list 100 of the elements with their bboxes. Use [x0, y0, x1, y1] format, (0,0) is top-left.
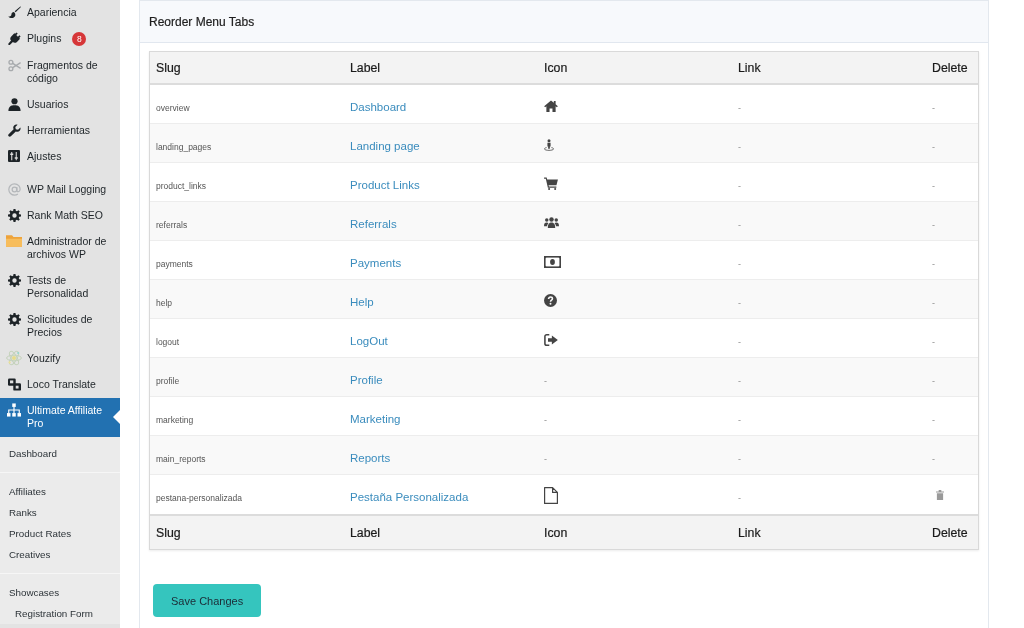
sidebar-menu-item[interactable]: Ultimate Affiliate Pro: [0, 397, 120, 437]
empty-value: -: [738, 376, 741, 386]
plug-icon: [7, 32, 21, 45]
sidebar-menu-item[interactable]: Herramientas: [0, 117, 120, 144]
user-icon: [7, 97, 21, 111]
hierarchy-icon: [7, 403, 21, 417]
tab-label-link[interactable]: Landing page: [350, 139, 420, 153]
file-icon: [544, 487, 558, 504]
empty-value: -: [738, 142, 741, 152]
scissors-icon: [7, 58, 21, 72]
column-footer: Label: [350, 525, 381, 540]
tab-label-link[interactable]: LogOut: [350, 334, 388, 348]
banknote-icon: [544, 255, 561, 268]
submenu-item[interactable]: Showcases: [0, 581, 120, 603]
sidebar-menu-item[interactable]: Solicitudes de Precios: [0, 306, 120, 346]
empty-value: -: [544, 454, 547, 464]
slug-text: product_links: [156, 181, 207, 191]
empty-value: -: [544, 376, 547, 386]
submenu-item[interactable]: Registration Form: [0, 602, 120, 624]
column-footer: Delete: [932, 525, 968, 540]
empty-value: -: [932, 103, 935, 113]
tab-label-link[interactable]: Payments: [350, 256, 402, 270]
save-changes-button[interactable]: Save Changes: [153, 584, 262, 617]
sidebar-menu-item[interactable]: Ajustes: [0, 143, 120, 170]
sidebar-menu-item[interactable]: Fragmentos de código: [0, 52, 120, 92]
tab-label-link[interactable]: Product Links: [350, 178, 420, 192]
submenu-item[interactable]: Creatives: [0, 543, 120, 565]
squares-icon: [7, 377, 21, 391]
slug-text: main_reports: [156, 454, 206, 464]
empty-value: -: [932, 259, 935, 269]
empty-value: -: [932, 220, 935, 230]
paintbrush-icon: [7, 6, 21, 19]
empty-value: -: [738, 337, 741, 347]
empty-value: -: [738, 220, 741, 230]
tab-label-link[interactable]: Pestaña Personalizada: [350, 490, 469, 504]
column-header: Icon: [544, 60, 568, 75]
empty-value: -: [738, 259, 741, 269]
empty-value: -: [738, 298, 741, 308]
gear-icon: [7, 208, 21, 222]
slug-text: pestana-personalizada: [156, 493, 242, 503]
column-footer: Icon: [544, 525, 568, 540]
sidebar-menu-item[interactable]: WP Mail Logging: [0, 176, 120, 203]
wrench-icon: [7, 123, 21, 137]
submenu-item[interactable]: Dashboard: [0, 442, 120, 464]
tab-label-link[interactable]: Reports: [350, 451, 391, 465]
sidebar-menu-item[interactable]: Plugins 8: [0, 26, 120, 53]
empty-value: -: [738, 181, 741, 191]
gear-icon: [7, 273, 21, 287]
submenu-item[interactable]: Product Rates: [0, 522, 120, 544]
empty-value: -: [738, 493, 741, 503]
column-footer: Link: [738, 525, 761, 540]
column-header: Label: [350, 60, 381, 75]
sliders-icon: [8, 150, 20, 162]
slug-text: marketing: [156, 415, 194, 425]
panel-title: Reorder Menu Tabs: [149, 14, 255, 29]
folder-icon: [6, 235, 22, 247]
empty-value: -: [932, 337, 935, 347]
update-count: 8: [72, 31, 87, 46]
slug-text: profile: [156, 376, 180, 386]
sidebar-menu-item[interactable]: Rank Math SEO: [0, 202, 120, 229]
person-on-pad-icon: [544, 137, 554, 152]
sidebar-menu-item[interactable]: Apariencia: [0, 0, 120, 26]
empty-value: -: [932, 142, 935, 152]
empty-value: -: [932, 298, 935, 308]
slug-text: referrals: [156, 220, 188, 230]
help-icon: [544, 294, 557, 307]
empty-value: -: [932, 181, 935, 191]
submenu-item[interactable]: Affiliates: [0, 480, 120, 502]
tab-label-link[interactable]: Dashboard: [350, 100, 407, 114]
empty-value: -: [738, 103, 741, 113]
slug-text: logout: [156, 337, 180, 347]
tab-label-link[interactable]: Referrals: [350, 217, 397, 231]
column-header: Delete: [932, 60, 968, 75]
sidebar-menu-item[interactable]: Administrador de archivos WP: [0, 228, 120, 268]
trash-icon[interactable]: [936, 490, 944, 500]
gear-icon: [7, 312, 21, 326]
group-icon: [544, 217, 559, 228]
column-header: Slug: [156, 60, 181, 75]
column-header: Link: [738, 60, 761, 75]
at-sign-icon: [7, 182, 21, 196]
sidebar-menu-item[interactable]: Usuarios: [0, 91, 120, 118]
atom-icon: [6, 350, 22, 366]
slug-text: landing_pages: [156, 142, 212, 152]
slug-text: overview: [156, 103, 190, 113]
tab-label-link[interactable]: Profile: [350, 373, 383, 387]
tab-label-link[interactable]: Marketing: [350, 412, 401, 426]
slug-text: payments: [156, 259, 193, 269]
empty-value: -: [932, 376, 935, 386]
empty-value: -: [544, 415, 547, 425]
submenu-item[interactable]: Ranks: [0, 501, 120, 523]
empty-value: -: [932, 415, 935, 425]
sidebar-menu-item[interactable]: Tests de Personalidad: [0, 267, 120, 307]
tab-label-link[interactable]: Help: [350, 295, 374, 309]
sign-out-icon: [544, 333, 558, 346]
column-footer: Slug: [156, 525, 181, 540]
sidebar-menu-item[interactable]: Loco Translate: [0, 371, 120, 398]
home-icon: [544, 99, 558, 112]
empty-value: -: [932, 454, 935, 464]
slug-text: help: [156, 298, 173, 308]
sidebar-menu-item[interactable]: Youzify: [0, 345, 120, 372]
